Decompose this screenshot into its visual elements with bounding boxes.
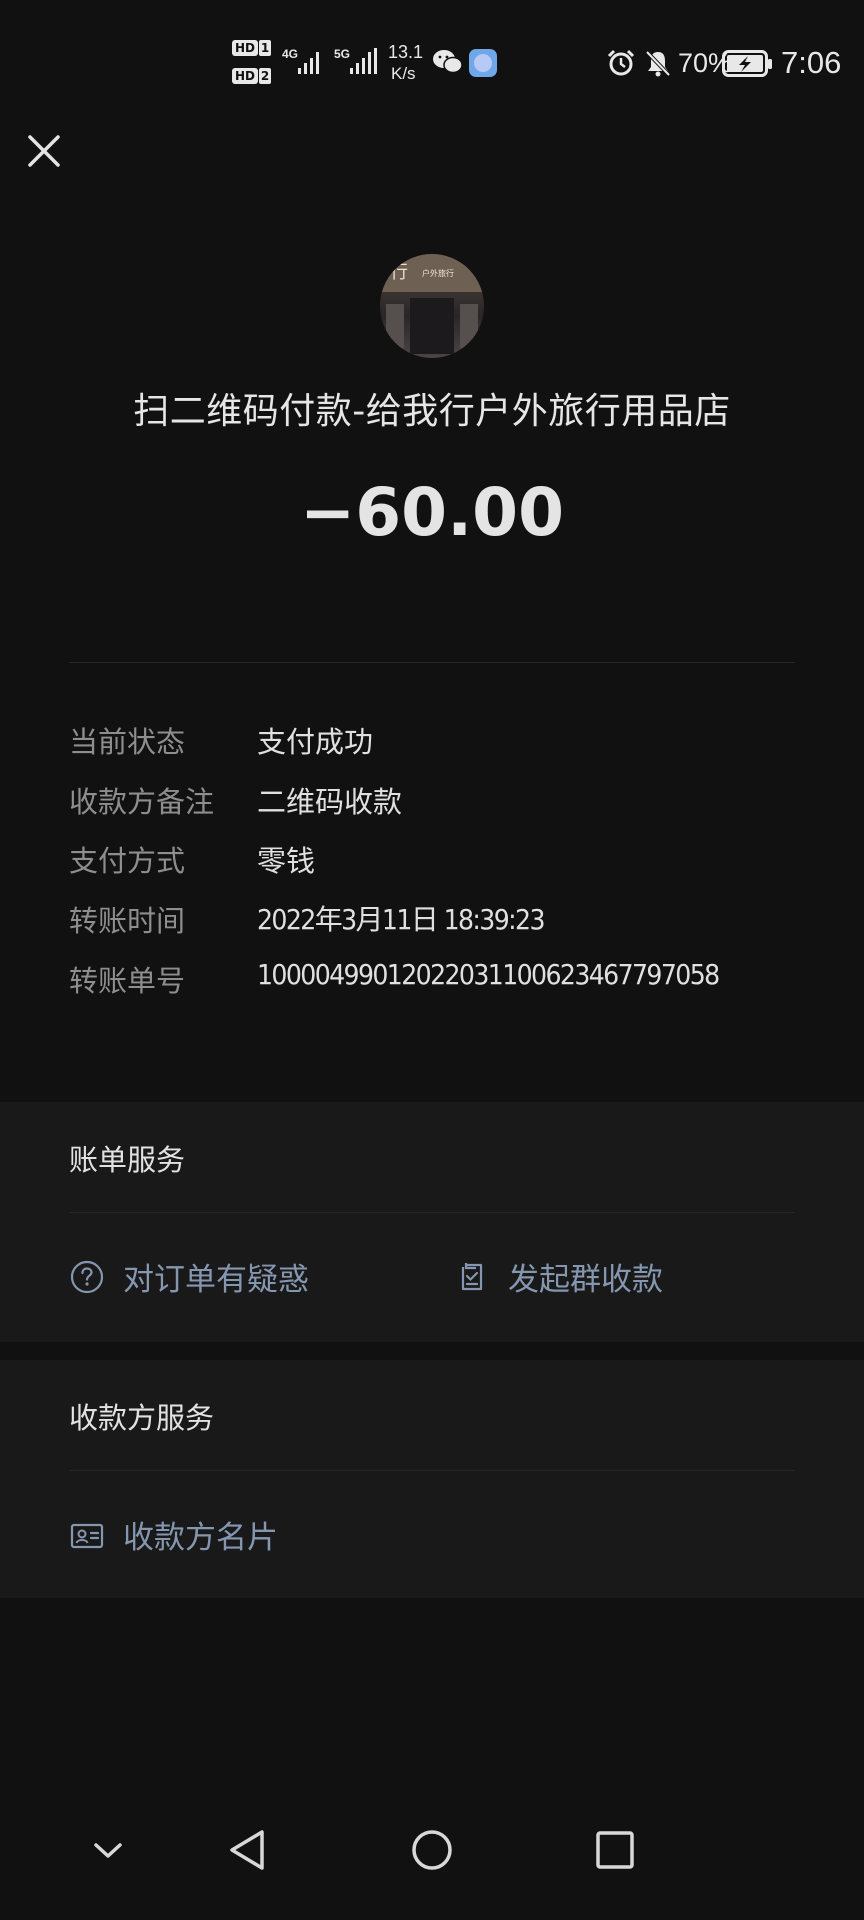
mute-bell-icon xyxy=(645,50,671,77)
contact-card-icon xyxy=(70,1523,104,1548)
bill-service-title: 账单服务 xyxy=(69,1143,186,1177)
question-circle-icon xyxy=(70,1260,104,1293)
detail-value-status: 支付成功 xyxy=(257,725,374,759)
merchant-title: 扫二维码付款-给我行户外旅行用品店 xyxy=(133,391,731,432)
close-button[interactable] xyxy=(20,125,68,173)
group-receipt-icon xyxy=(461,1262,483,1290)
avatar-sign-small-text: 户外旅行 xyxy=(422,269,454,278)
nav-home-button[interactable] xyxy=(402,1820,462,1880)
alarm-icon xyxy=(607,49,635,76)
detail-value-transfer-number[interactable]: 100004990120220311006234677970​58 xyxy=(257,958,720,991)
status-bar: HD 1 HD 2 4G 5G 13.1 K/s 70% 7:06 xyxy=(0,0,864,110)
detail-label-payment-method: 支付方式 xyxy=(69,844,186,878)
detail-label-transfer-time: 转账时间 xyxy=(69,904,186,938)
group-collection-button[interactable]: 发起群收款 xyxy=(454,1254,663,1299)
nav-back-button[interactable] xyxy=(218,1820,278,1880)
order-dispute-button[interactable]: 对订单有疑惑 xyxy=(69,1254,309,1299)
sim-1-label: 1 xyxy=(259,40,271,56)
detail-value-transfer-time: 2022年3月11日 18:39:23 xyxy=(257,903,545,936)
chevron-down-icon xyxy=(94,1843,122,1858)
payee-card-label: 收款方名片 xyxy=(123,1520,278,1556)
detail-label-status: 当前状态 xyxy=(69,725,186,759)
hd-badge: HD xyxy=(232,68,259,84)
merchant-avatar: 行 户外旅行 xyxy=(380,254,484,358)
group-collection-label: 发起群收款 xyxy=(508,1262,663,1298)
bill-service-section: 账单服务 对订单有疑惑 发起群收款 xyxy=(0,1102,864,1342)
close-icon xyxy=(28,135,60,167)
divider xyxy=(69,1212,795,1213)
avatar-clothing-rack xyxy=(460,304,478,348)
nav-hide-keyboard-button[interactable] xyxy=(78,1820,138,1880)
recents-square-icon xyxy=(596,1831,634,1869)
clock: 7:06 xyxy=(781,45,842,80)
divider xyxy=(69,662,795,663)
home-circle-icon xyxy=(412,1830,452,1870)
network-speed-value: 13.1 xyxy=(388,42,424,62)
wechat-icon xyxy=(433,50,463,74)
detail-value-payment-method: 零钱 xyxy=(257,844,316,878)
network-speed-unit: K/s xyxy=(391,64,416,83)
system-navigation-bar xyxy=(0,1820,864,1920)
divider xyxy=(69,1470,795,1471)
payee-card-button[interactable]: 收款方名片 xyxy=(69,1512,278,1557)
detail-label-transfer-number: 转账单号 xyxy=(69,964,186,998)
payee-service-title: 收款方服务 xyxy=(69,1401,215,1435)
detail-value-payee-note: 二维码收款 xyxy=(257,785,403,819)
payee-service-section: 收款方服务 收款方名片 xyxy=(0,1360,864,1598)
payment-amount: −60.00 xyxy=(299,474,565,551)
app-notification-icon xyxy=(469,49,497,77)
sim-2-label: 2 xyxy=(259,68,271,84)
detail-label-payee-note: 收款方备注 xyxy=(69,785,215,819)
signal-icon xyxy=(350,48,377,74)
order-dispute-label: 对订单有疑惑 xyxy=(123,1262,309,1298)
signal-icon xyxy=(298,52,319,74)
avatar-store-door xyxy=(410,298,454,354)
back-triangle-icon xyxy=(230,1830,264,1870)
avatar-sign-text: 行 xyxy=(390,262,408,283)
battery-charging-icon xyxy=(722,50,772,77)
avatar-clothing-rack xyxy=(386,304,404,348)
hd-badge: HD xyxy=(232,40,259,56)
nav-recents-button[interactable] xyxy=(585,1820,645,1880)
